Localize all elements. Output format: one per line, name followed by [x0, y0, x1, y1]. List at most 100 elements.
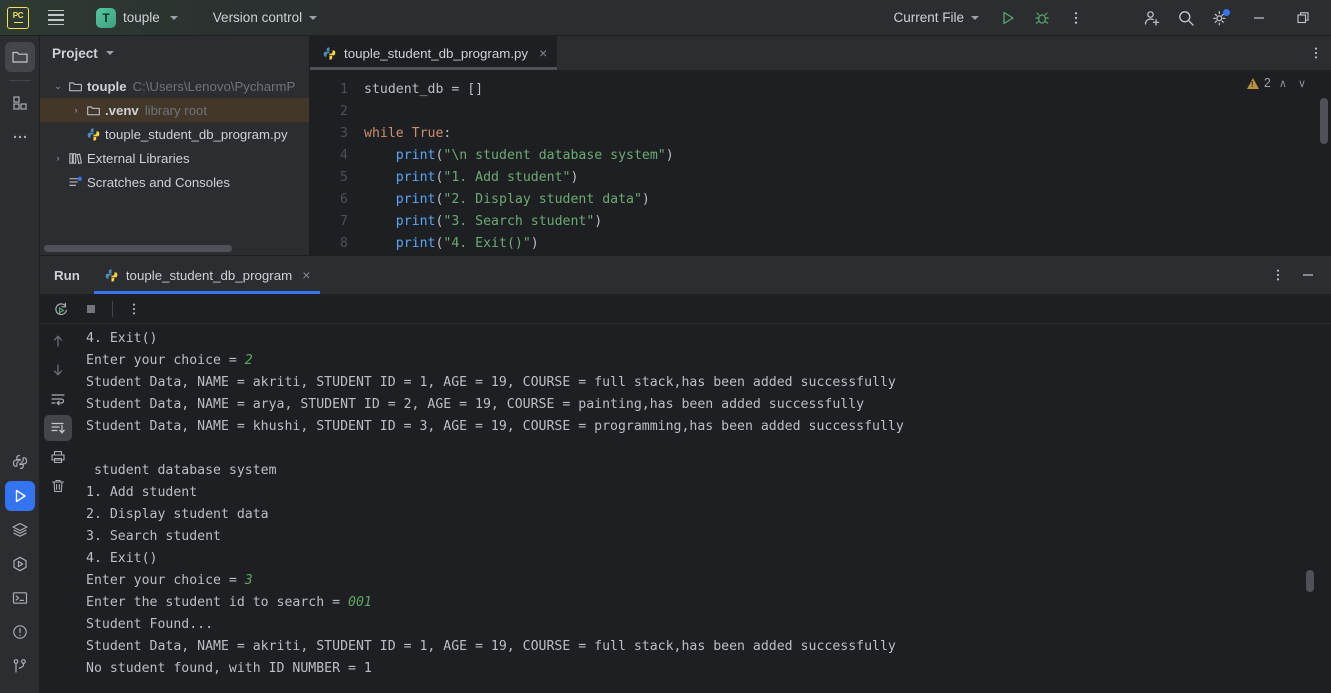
- project-avatar: T: [96, 7, 116, 28]
- editor-area: touple_student_db_program.py × 1 2 3 4 5 6 7 8 …: [310, 36, 1331, 255]
- project-tool-icon[interactable]: [4, 42, 35, 72]
- tree-item-touple[interactable]: ⌄ touple C:\Users\Lenovo\PycharmP: [40, 74, 309, 98]
- code-token-plain: student_db = []: [364, 82, 484, 97]
- editor-vertical-scrollbar[interactable]: [1320, 98, 1328, 144]
- debug-button[interactable]: [1025, 3, 1059, 33]
- console-line: student database system: [86, 460, 1318, 482]
- tree-item-external-libraries[interactable]: › External Libraries: [40, 146, 309, 170]
- console-text: 1. Add student: [86, 485, 198, 500]
- tree-item-suffix: library root: [144, 102, 208, 118]
- close-icon[interactable]: ×: [539, 45, 547, 61]
- run-configuration-selector[interactable]: Current File: [885, 6, 987, 29]
- main-area: Project ⌄ touple C:\Users\Lenovo\PycharmP ›…: [40, 36, 1331, 693]
- more-vertical-icon[interactable]: [121, 297, 147, 321]
- layers-icon[interactable]: [5, 515, 35, 545]
- services-icon[interactable]: [5, 549, 35, 579]
- tool-strip-divider: [8, 80, 31, 81]
- code-line[interactable]: print("1. Add student"): [364, 167, 1331, 189]
- console-line: Student Data, NAME = akriti, STUDENT ID …: [86, 372, 1318, 394]
- project-horizontal-scrollbar[interactable]: [40, 242, 309, 255]
- console-text: Student Data, NAME = arya, STUDENT ID = …: [86, 397, 865, 412]
- chevron-down-icon[interactable]: [105, 51, 114, 55]
- project-tree[interactable]: ⌄ touple C:\Users\Lenovo\PycharmP › .venv lib…: [40, 70, 309, 242]
- print-icon[interactable]: [44, 444, 72, 470]
- run-top-toolbar: [40, 294, 1331, 324]
- code-line[interactable]: print("\n student database system"): [364, 145, 1331, 167]
- down-arrow-icon[interactable]: [44, 357, 72, 383]
- tree-item-label: External Libraries: [87, 150, 190, 166]
- run-button[interactable]: [991, 3, 1025, 33]
- chevron-up-icon[interactable]: ∧: [1276, 77, 1290, 90]
- editor-tab-touple-student-db-program[interactable]: touple_student_db_program.py ×: [310, 36, 558, 70]
- run-tab-touple-student-db-program[interactable]: touple_student_db_program ×: [93, 256, 321, 294]
- search-button[interactable]: [1169, 3, 1203, 33]
- run-tool-icon[interactable]: [4, 481, 35, 511]
- close-icon[interactable]: ×: [302, 267, 310, 283]
- trash-icon[interactable]: [44, 473, 72, 499]
- code-line[interactable]: student_db = []: [364, 79, 1331, 101]
- console-text: No student found, with ID NUMBER = 1: [86, 661, 372, 676]
- console-text: Enter your choice =: [86, 573, 245, 588]
- run-window-body: 4. Exit() Enter your choice = 2 Student Da…: [40, 324, 1331, 693]
- line-number: 7: [340, 214, 348, 229]
- console-line: Enter your choice = 2: [86, 350, 1318, 372]
- code-token-kw: True: [411, 126, 444, 141]
- restore-window-button[interactable]: [1281, 1, 1325, 35]
- chevron-down-icon[interactable]: ⌄: [50, 81, 66, 92]
- tree-item--venv[interactable]: › .venv library root: [40, 98, 309, 122]
- version-control-menu[interactable]: Version control: [207, 7, 323, 28]
- code-line[interactable]: [364, 101, 1331, 123]
- code-line[interactable]: print("4. Exit()"): [364, 233, 1331, 255]
- scroll-to-end-icon[interactable]: [44, 415, 72, 441]
- more-actions-button[interactable]: [1059, 3, 1093, 33]
- rerun-icon[interactable]: [48, 297, 74, 321]
- code-editor[interactable]: 1 2 3 4 5 6 7 8 student_db = [] while True: prin…: [310, 70, 1331, 255]
- terminal-icon[interactable]: [5, 583, 35, 613]
- inspection-widget[interactable]: 2 ∧ ∨: [1246, 76, 1309, 90]
- console-line: 1. Add student: [86, 482, 1318, 504]
- tree-item-label: Scratches and Consoles: [87, 174, 230, 190]
- code-token-fn: print: [395, 236, 436, 251]
- git-branch-icon[interactable]: [5, 651, 35, 681]
- chevron-right-icon[interactable]: ›: [68, 105, 84, 115]
- stop-icon[interactable]: [78, 297, 104, 321]
- run-tab-label: touple_student_db_program: [125, 267, 293, 283]
- code-token-str: "4. Exit()": [443, 236, 531, 251]
- tree-item-scratches-and-consoles[interactable]: Scratches and Consoles: [40, 170, 309, 194]
- soft-wrap-icon[interactable]: [44, 386, 72, 412]
- console-line: Enter your choice = 3: [86, 570, 1318, 592]
- python-packages-icon[interactable]: [5, 447, 35, 477]
- console-vertical-scrollbar[interactable]: [1306, 570, 1314, 592]
- console-text: 3. Search student: [86, 529, 221, 544]
- toolbar-divider: [112, 300, 113, 317]
- chevron-right-icon[interactable]: ›: [50, 153, 66, 163]
- structure-tool-icon[interactable]: [5, 88, 35, 118]
- line-number: 5: [340, 170, 348, 185]
- minimize-window-button[interactable]: [1237, 1, 1281, 35]
- code-line[interactable]: print("3. Search student"): [364, 211, 1331, 233]
- project-panel-title[interactable]: Project: [52, 46, 98, 61]
- project-selector[interactable]: T touple: [89, 5, 185, 31]
- tree-item-touple-student-db-program-py[interactable]: touple_student_db_program.py: [40, 122, 309, 146]
- chevron-down-icon[interactable]: ∨: [1295, 77, 1309, 90]
- up-arrow-icon[interactable]: [44, 328, 72, 354]
- settings-button[interactable]: [1203, 3, 1237, 33]
- hamburger-menu-icon[interactable]: [39, 3, 73, 33]
- add-account-button[interactable]: [1135, 3, 1169, 33]
- code-line[interactable]: while True:: [364, 123, 1331, 145]
- tree-item-label: touple_student_db_program.py: [105, 126, 288, 142]
- run-window-minimize-button[interactable]: [1293, 256, 1323, 294]
- line-number: 2: [340, 104, 348, 119]
- console-output[interactable]: 4. Exit() Enter your choice = 2 Student Da…: [76, 324, 1318, 693]
- more-tool-icon[interactable]: [5, 122, 35, 152]
- run-window-options-button[interactable]: [1263, 256, 1293, 294]
- problems-icon[interactable]: [5, 617, 35, 647]
- console-line: 4. Exit(): [86, 328, 1318, 350]
- code-line[interactable]: print("2. Display student data"): [364, 189, 1331, 211]
- title-bar: PC T touple Version control Current File: [0, 0, 1331, 36]
- line-number: 8: [340, 236, 348, 251]
- editor-options-button[interactable]: [1301, 36, 1331, 70]
- code-content[interactable]: student_db = [] while True: print("\n stu…: [356, 70, 1331, 255]
